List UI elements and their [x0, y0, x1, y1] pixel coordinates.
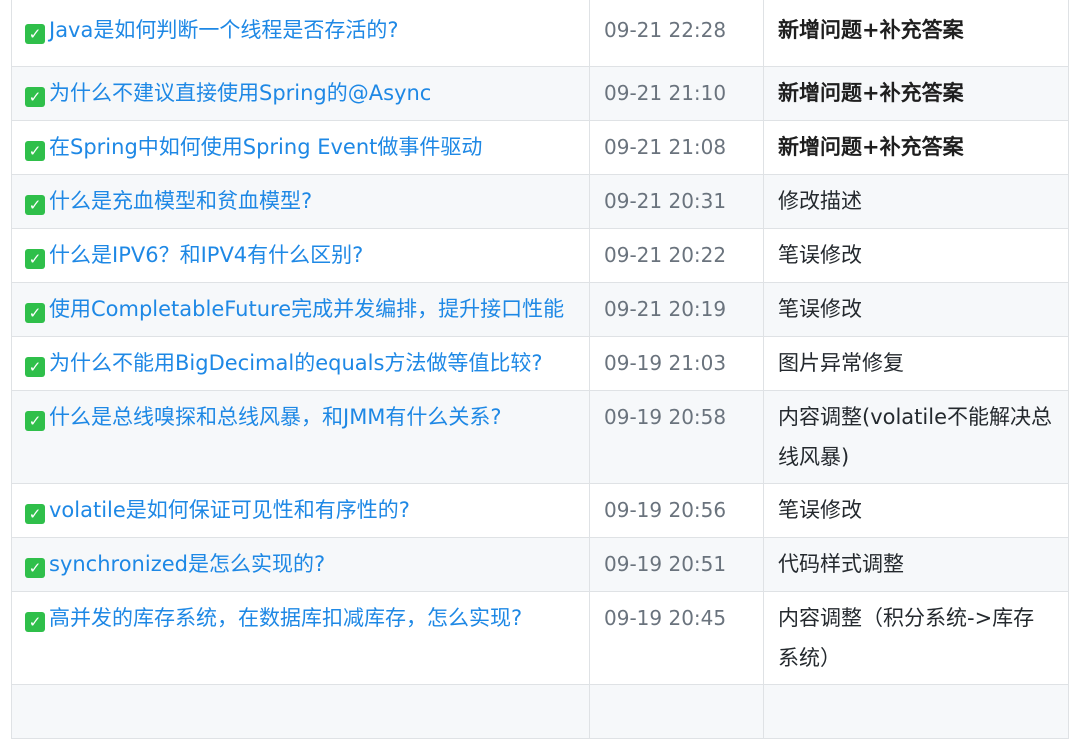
change-description-cell: 新增问题+补充答案: [763, 120, 1069, 175]
question-link[interactable]: Java是如何判断一个线程是否存活的?: [49, 18, 399, 42]
question-title-cell: ✓ 为什么不建议直接使用Spring的@Async: [11, 66, 590, 121]
update-time-cell: 09-21 20:31: [589, 174, 764, 229]
change-description: 笔误修改: [778, 243, 862, 267]
checkbox-checked-icon: ✓: [25, 558, 45, 578]
change-description: 内容调整（积分系统->库存系统）: [778, 606, 1035, 670]
change-description-cell: 笔误修改: [763, 483, 1069, 538]
table-row: ✓ 使用CompletableFuture完成并发编排，提升接口性能 09-21 …: [11, 282, 1069, 337]
change-description: 修改描述: [778, 189, 862, 213]
table-row-partial: [11, 684, 1069, 739]
question-title-cell: ✓ 使用CompletableFuture完成并发编排，提升接口性能: [11, 282, 590, 337]
question-link[interactable]: volatile是如何保证可见性和有序性的?: [49, 498, 410, 522]
question-title-cell: ✓ 什么是IPV6？和IPV4有什么区别?: [11, 228, 590, 283]
checkbox-checked-icon: ✓: [25, 249, 45, 269]
change-description-cell: 代码样式调整: [763, 537, 1069, 592]
question-link[interactable]: 什么是充血模型和贫血模型?: [49, 189, 312, 213]
update-time-cell: 09-21 20:19: [589, 282, 764, 337]
table-row: ✓ volatile是如何保证可见性和有序性的? 09-19 20:56 笔误修改: [11, 483, 1069, 538]
question-link[interactable]: 在Spring中如何使用Spring Event做事件驱动: [49, 135, 482, 159]
update-time: 09-19 20:45: [604, 606, 727, 630]
question-title-cell: ✓ Java是如何判断一个线程是否存活的?: [11, 0, 590, 67]
table-row: ✓ Java是如何判断一个线程是否存活的? 09-21 22:28 新增问题+补充…: [11, 0, 1069, 67]
update-time-cell: 09-21 21:10: [589, 66, 764, 121]
checkbox-checked-icon: ✓: [25, 24, 45, 44]
question-title-cell: ✓ 什么是充血模型和贫血模型?: [11, 174, 590, 229]
change-description: 新增问题+补充答案: [778, 81, 964, 105]
update-time-cell: 09-21 21:08: [589, 120, 764, 175]
question-title-cell: ✓ 什么是总线嗅探和总线风暴，和JMM有什么关系?: [11, 390, 590, 484]
question-title-cell: ✓ 高并发的库存系统，在数据库扣减库存，怎么实现?: [11, 591, 590, 685]
update-time: 09-21 21:08: [604, 135, 727, 159]
change-description-cell: 笔误修改: [763, 282, 1069, 337]
checkbox-checked-icon: ✓: [25, 357, 45, 377]
table-row: ✓ 高并发的库存系统，在数据库扣减库存，怎么实现? 09-19 20:45 内容调…: [11, 591, 1069, 685]
update-time: 09-19 20:58: [604, 405, 727, 429]
changelog-table-body: ✓ Java是如何判断一个线程是否存活的? 09-21 22:28 新增问题+补充…: [11, 0, 1069, 739]
question-title-cell: ✓ volatile是如何保证可见性和有序性的?: [11, 483, 590, 538]
question-title-cell: ✓ 在Spring中如何使用Spring Event做事件驱动: [11, 120, 590, 175]
update-time: 09-19 21:03: [604, 351, 727, 375]
update-time: 09-21 21:10: [604, 81, 727, 105]
update-time: 09-21 22:28: [604, 18, 727, 42]
empty-cell: [589, 684, 764, 739]
change-description-cell: 内容调整（积分系统->库存系统）: [763, 591, 1069, 685]
checkbox-checked-icon: ✓: [25, 303, 45, 323]
update-time-cell: 09-21 22:28: [589, 0, 764, 67]
change-description: 新增问题+补充答案: [778, 135, 964, 159]
table-row: ✓ synchronized是怎么实现的? 09-19 20:51 代码样式调整: [11, 537, 1069, 592]
question-title-cell: ✓ 为什么不能用BigDecimal的equals方法做等值比较?: [11, 336, 590, 391]
update-time-cell: 09-19 20:51: [589, 537, 764, 592]
table-row: ✓ 什么是IPV6？和IPV4有什么区别? 09-21 20:22 笔误修改: [11, 228, 1069, 283]
empty-cell: [11, 684, 590, 739]
question-link[interactable]: 什么是总线嗅探和总线风暴，和JMM有什么关系?: [49, 405, 502, 429]
change-description-cell: 图片异常修复: [763, 336, 1069, 391]
table-row: ✓ 在Spring中如何使用Spring Event做事件驱动 09-21 21:…: [11, 120, 1069, 175]
change-description-cell: 内容调整(volatile不能解决总线风暴): [763, 390, 1069, 484]
change-description-cell: 新增问题+补充答案: [763, 66, 1069, 121]
question-title-cell: ✓ synchronized是怎么实现的?: [11, 537, 590, 592]
table-row: ✓ 为什么不能用BigDecimal的equals方法做等值比较? 09-19 2…: [11, 336, 1069, 391]
question-link[interactable]: 为什么不建议直接使用Spring的@Async: [49, 81, 431, 105]
checkbox-checked-icon: ✓: [25, 87, 45, 107]
empty-cell: [763, 684, 1069, 739]
update-time-cell: 09-21 20:22: [589, 228, 764, 283]
checkbox-checked-icon: ✓: [25, 141, 45, 161]
update-time: 09-21 20:22: [604, 243, 727, 267]
change-description: 内容调整(volatile不能解决总线风暴): [778, 405, 1052, 469]
change-description: 新增问题+补充答案: [778, 18, 964, 42]
change-description-cell: 修改描述: [763, 174, 1069, 229]
update-time: 09-19 20:51: [604, 552, 727, 576]
question-link[interactable]: 什么是IPV6？和IPV4有什么区别?: [49, 243, 363, 267]
changelog-table: ✓ Java是如何判断一个线程是否存活的? 09-21 22:28 新增问题+补充…: [11, 0, 1069, 739]
table-row: ✓ 什么是总线嗅探和总线风暴，和JMM有什么关系? 09-19 20:58 内容调…: [11, 390, 1069, 484]
checkbox-checked-icon: ✓: [25, 195, 45, 215]
question-link[interactable]: 高并发的库存系统，在数据库扣减库存，怎么实现?: [49, 606, 522, 630]
checkbox-checked-icon: ✓: [25, 612, 45, 632]
update-time-cell: 09-19 20:45: [589, 591, 764, 685]
table-row: ✓ 什么是充血模型和贫血模型? 09-21 20:31 修改描述: [11, 174, 1069, 229]
question-link[interactable]: synchronized是怎么实现的?: [49, 552, 325, 576]
change-description-cell: 新增问题+补充答案: [763, 0, 1069, 67]
table-row: ✓ 为什么不建议直接使用Spring的@Async 09-21 21:10 新增问…: [11, 66, 1069, 121]
update-time: 09-21 20:31: [604, 189, 727, 213]
update-time-cell: 09-19 20:56: [589, 483, 764, 538]
question-link[interactable]: 为什么不能用BigDecimal的equals方法做等值比较?: [49, 351, 543, 375]
update-time: 09-21 20:19: [604, 297, 727, 321]
change-description-cell: 笔误修改: [763, 228, 1069, 283]
checkbox-checked-icon: ✓: [25, 504, 45, 524]
changelog-table-container: ✓ Java是如何判断一个线程是否存活的? 09-21 22:28 新增问题+补充…: [11, 0, 1069, 739]
change-description: 笔误修改: [778, 297, 862, 321]
update-time-cell: 09-19 20:58: [589, 390, 764, 484]
change-description: 笔误修改: [778, 498, 862, 522]
change-description: 图片异常修复: [778, 351, 904, 375]
update-time-cell: 09-19 21:03: [589, 336, 764, 391]
checkbox-checked-icon: ✓: [25, 411, 45, 431]
change-description: 代码样式调整: [778, 552, 904, 576]
update-time: 09-19 20:56: [604, 498, 727, 522]
question-link[interactable]: 使用CompletableFuture完成并发编排，提升接口性能: [49, 297, 564, 321]
